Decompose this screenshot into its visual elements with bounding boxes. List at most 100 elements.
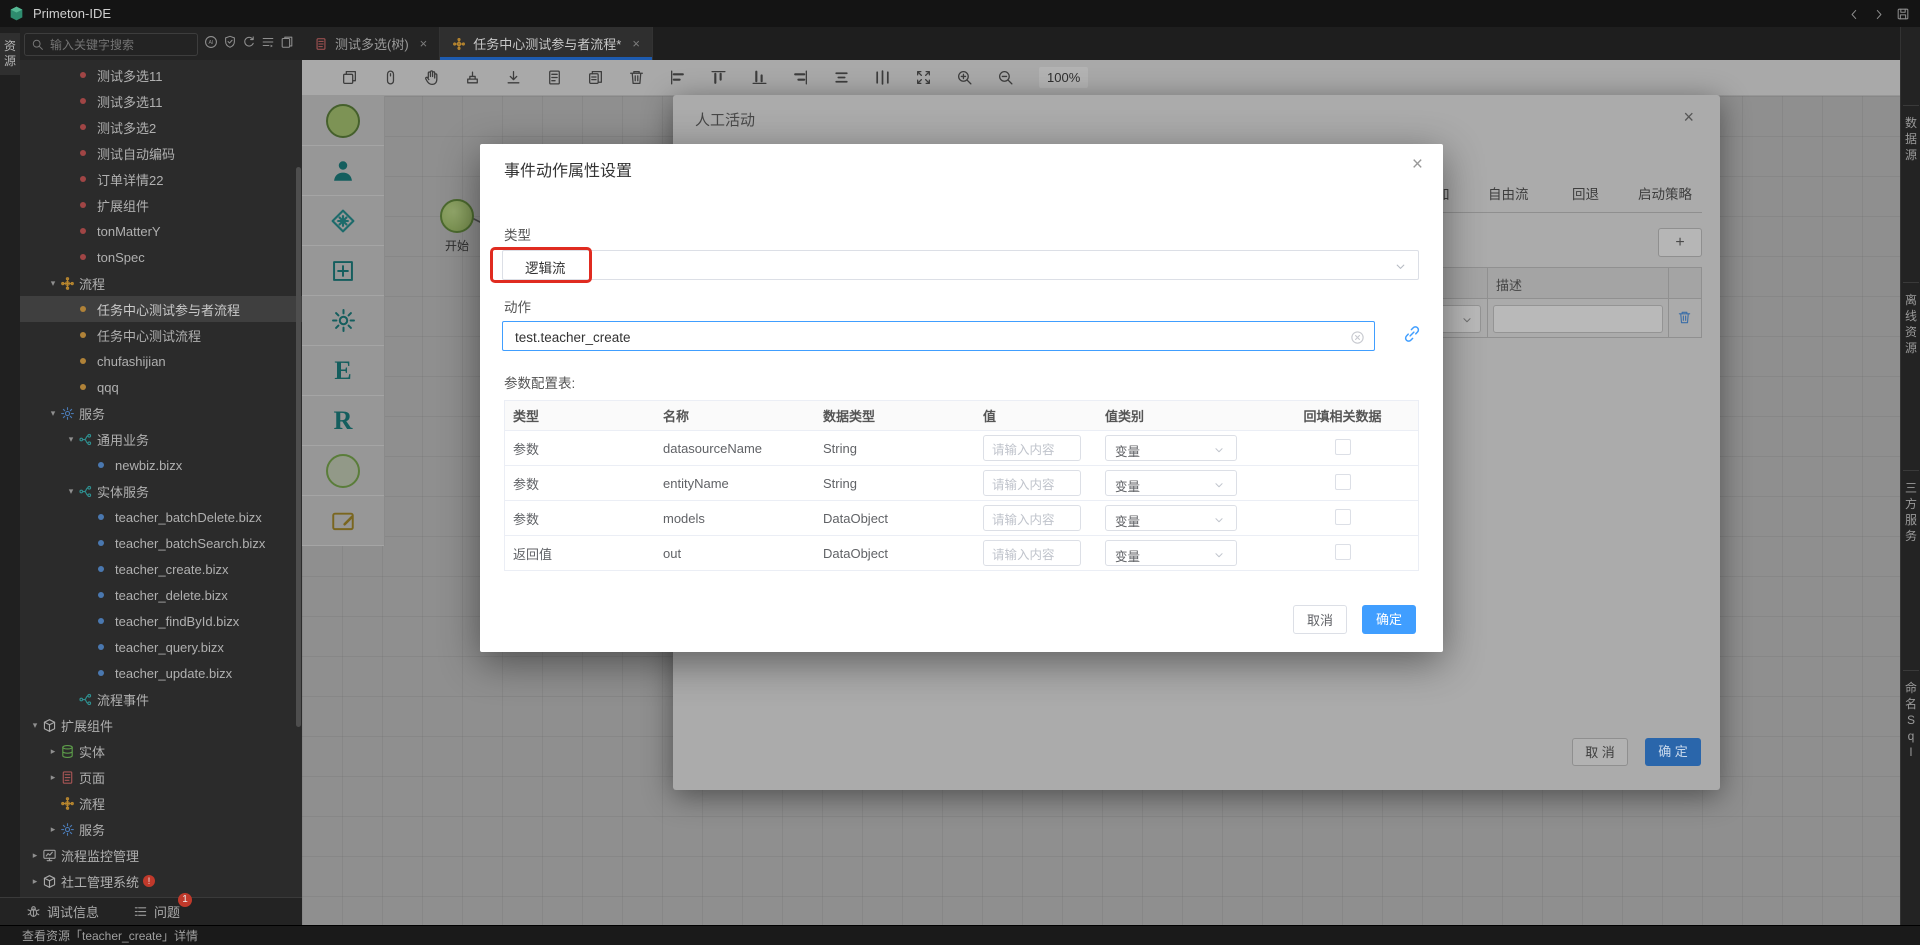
- tree-item-扩展组件[interactable]: 扩展组件: [20, 192, 302, 218]
- tree-item-测试多选11[interactable]: 测试多选11: [20, 88, 302, 114]
- tree-item-teacher_batchDelete.bizx[interactable]: teacher_batchDelete.bizx: [20, 504, 302, 530]
- align-center-button[interactable]: [828, 64, 855, 91]
- right-tab-离线资源[interactable]: 离线资源: [1901, 292, 1920, 356]
- tree-item-流程事件[interactable]: 流程事件: [20, 686, 302, 712]
- param-value-input[interactable]: 请输入内容: [983, 470, 1081, 496]
- editor-tab-1[interactable]: 测试多选(树)×: [302, 27, 440, 60]
- chevron-down-icon[interactable]: ▾: [28, 720, 42, 731]
- start-event-node[interactable]: [440, 199, 474, 233]
- action-input[interactable]: [513, 322, 1327, 352]
- chevron-right-icon[interactable]: ▸: [28, 876, 42, 887]
- search-box[interactable]: [24, 33, 198, 56]
- dialog-close-icon[interactable]: ×: [1683, 107, 1694, 128]
- right-tab-数据源[interactable]: 数据源: [1901, 115, 1920, 163]
- ai-button[interactable]: AI: [204, 33, 218, 51]
- palette-auto-activity[interactable]: [302, 296, 384, 346]
- bottom-tab-问题[interactable]: 问题1: [133, 902, 180, 921]
- tree-item-tonSpec[interactable]: tonSpec: [20, 244, 302, 270]
- right-tab-三方服务[interactable]: 三方服务: [1901, 480, 1920, 544]
- docs-button[interactable]: [280, 33, 294, 51]
- tree-item-实体[interactable]: ▸实体: [20, 738, 302, 764]
- backfill-checkbox[interactable]: [1335, 544, 1351, 560]
- backfill-checkbox[interactable]: [1335, 509, 1351, 525]
- back-icon[interactable]: [1848, 6, 1861, 21]
- tree-item-实体服务[interactable]: ▾实体服务: [20, 478, 302, 504]
- tree-item-qqq[interactable]: qqq: [20, 374, 302, 400]
- tree-item-tonMatterY[interactable]: tonMatterY: [20, 218, 302, 244]
- backfill-checkbox[interactable]: [1335, 439, 1351, 455]
- right-tab-命名Sql[interactable]: 命名Sql: [1901, 680, 1920, 760]
- palette-gateway[interactable]: [302, 196, 384, 246]
- backfill-checkbox[interactable]: [1335, 474, 1351, 490]
- outline-button[interactable]: [261, 33, 275, 51]
- align-bottom-button[interactable]: [746, 64, 773, 91]
- verify-button[interactable]: [223, 33, 237, 51]
- dialog-tab-freeflow[interactable]: 自由流: [1488, 183, 1529, 203]
- tree-item-通用业务[interactable]: ▾通用业务: [20, 426, 302, 452]
- duplicate-button[interactable]: [582, 64, 609, 91]
- tree-item-测试自动编码[interactable]: 测试自动编码: [20, 140, 302, 166]
- tree-item-扩展组件[interactable]: ▾扩展组件: [20, 712, 302, 738]
- tab-close-icon[interactable]: ×: [632, 36, 640, 51]
- param-kind-select[interactable]: 变量: [1105, 470, 1237, 496]
- clear-input-icon[interactable]: [1350, 329, 1365, 345]
- type-select[interactable]: 逻辑流: [502, 250, 1419, 280]
- param-value-input[interactable]: 请输入内容: [983, 505, 1081, 531]
- palette-start-event[interactable]: [302, 96, 384, 146]
- delete-button[interactable]: [623, 64, 650, 91]
- tree-item-任务中心测试流程[interactable]: 任务中心测试流程: [20, 322, 302, 348]
- tree-item-任务中心测试参与者流程[interactable]: 任务中心测试参与者流程: [20, 296, 302, 322]
- sidebar-scrollbar[interactable]: [296, 167, 301, 727]
- dialog-tab-rollback[interactable]: 回退: [1572, 183, 1599, 203]
- zoom-in-button[interactable]: [951, 64, 978, 91]
- hand-button[interactable]: [418, 64, 445, 91]
- chevron-right-icon[interactable]: ▸: [28, 850, 42, 861]
- align-top-button[interactable]: [705, 64, 732, 91]
- tree-item-teacher_query.bizx[interactable]: teacher_query.bizx: [20, 634, 302, 660]
- trash-icon[interactable]: [1677, 309, 1692, 327]
- modal-cancel-button[interactable]: 取消: [1293, 605, 1347, 634]
- tree-item-teacher_findById.bizx[interactable]: teacher_findById.bizx: [20, 608, 302, 634]
- dialog-row-desc-input[interactable]: [1493, 305, 1663, 333]
- tree-item-teacher_create.bizx[interactable]: teacher_create.bizx: [20, 556, 302, 582]
- forward-icon[interactable]: [1872, 6, 1885, 21]
- param-value-input[interactable]: 请输入内容: [983, 540, 1081, 566]
- tree-item-流程监控管理[interactable]: ▸流程监控管理: [20, 842, 302, 868]
- tree-item-服务[interactable]: ▾服务: [20, 400, 302, 426]
- tab-close-icon[interactable]: ×: [420, 36, 428, 51]
- editor-tab-2[interactable]: 任务中心测试参与者流程*×: [440, 27, 653, 60]
- fit-screen-button[interactable]: [910, 64, 937, 91]
- distribute-button[interactable]: [869, 64, 896, 91]
- tree-item-chufashijian[interactable]: chufashijian: [20, 348, 302, 374]
- refresh-button[interactable]: [242, 33, 256, 51]
- tree-item-teacher_update.bizx[interactable]: teacher_update.bizx: [20, 660, 302, 686]
- bottom-tab-调试信息[interactable]: 调试信息: [26, 902, 99, 921]
- tree-item-社工管理系统[interactable]: ▸社工管理系统!: [20, 868, 302, 894]
- chevron-right-icon[interactable]: ▸: [46, 746, 60, 757]
- link-picker-icon[interactable]: [1402, 324, 1422, 344]
- palette-subprocess[interactable]: [302, 246, 384, 296]
- search-input[interactable]: [48, 37, 192, 53]
- dialog-add-button[interactable]: +: [1658, 228, 1702, 257]
- zoom-out-button[interactable]: [992, 64, 1019, 91]
- tree-item-流程[interactable]: 流程: [20, 790, 302, 816]
- pointer-button[interactable]: [377, 64, 404, 91]
- align-left-button[interactable]: [664, 64, 691, 91]
- align-right-button[interactable]: [787, 64, 814, 91]
- palette-end-event[interactable]: [302, 446, 384, 496]
- modal-close-icon[interactable]: ×: [1412, 154, 1423, 176]
- chevron-down-icon[interactable]: ▾: [46, 278, 60, 289]
- brush-button[interactable]: [459, 64, 486, 91]
- chevron-down-icon[interactable]: ▾: [46, 408, 60, 419]
- tree-item-服务[interactable]: ▸服务: [20, 816, 302, 842]
- dialog-tab-startpolicy[interactable]: 启动策略: [1638, 183, 1692, 203]
- tree-item-流程[interactable]: ▾流程: [20, 270, 302, 296]
- copy-button[interactable]: [336, 64, 363, 91]
- dialog-ok-button[interactable]: 确 定: [1645, 738, 1701, 766]
- tree-item-teacher_batchSearch.bizx[interactable]: teacher_batchSearch.bizx: [20, 530, 302, 556]
- tree-item-测试多选2[interactable]: 测试多选2: [20, 114, 302, 140]
- download-button[interactable]: [500, 64, 527, 91]
- chevron-right-icon[interactable]: ▸: [46, 772, 60, 783]
- dialog-cancel-button[interactable]: 取 消: [1572, 738, 1628, 766]
- left-rail-tab-resources[interactable]: 资源: [0, 33, 20, 75]
